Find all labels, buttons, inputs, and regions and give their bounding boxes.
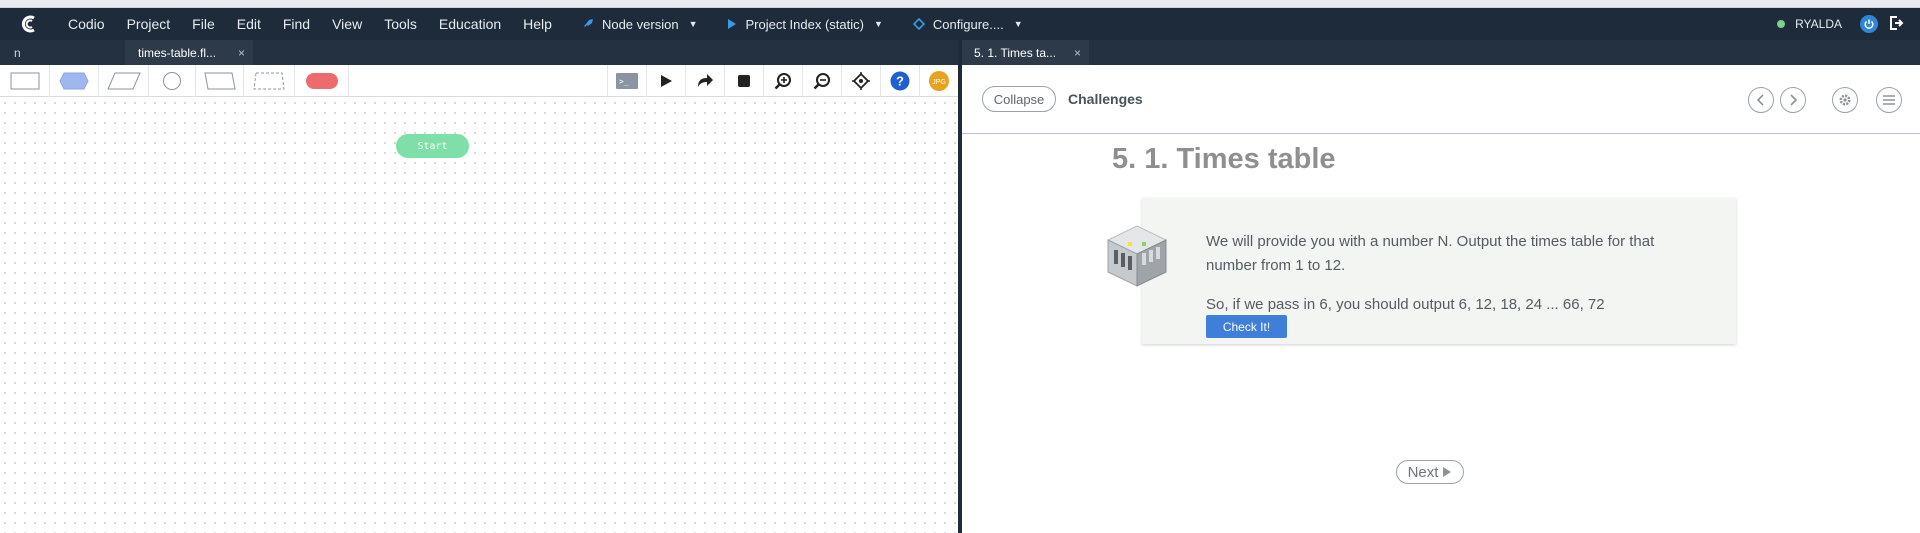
editor-tabs: n times-table.fl... ×	[0, 40, 958, 65]
flowchart-pane: n times-table.fl... × >_ ? JPG Start	[0, 40, 958, 533]
chevron-down-icon: ▼	[1013, 19, 1023, 29]
menu-education[interactable]: Education	[439, 16, 501, 32]
menu-codio[interactable]: Codio	[68, 16, 105, 32]
data-shape[interactable]	[99, 64, 149, 97]
collapse-button[interactable]: Collapse	[982, 86, 1056, 112]
project-index-label: Project Index (static)	[745, 16, 864, 32]
configure-label: Configure....	[932, 16, 1004, 32]
challenge-card: We will provide you with a number N. Out…	[1106, 198, 1736, 344]
codio-logo-icon[interactable]	[14, 8, 46, 40]
menu-icon[interactable]	[1876, 87, 1902, 113]
zoom-out-icon[interactable]	[802, 65, 841, 97]
tab-times-table[interactable]: times-table.fl... ×	[125, 40, 253, 65]
avatar-text: JPG	[932, 79, 946, 86]
challenge-cube-icon	[1102, 222, 1172, 292]
online-status-icon	[1777, 20, 1786, 28]
tab-times-table-guide[interactable]: 5. 1. Times ta... ×	[962, 40, 1089, 65]
next-icon[interactable]	[1780, 87, 1806, 113]
chevron-down-icon: ▼	[688, 19, 698, 29]
svg-text:>_: >_	[619, 77, 629, 86]
shape-toolbar: >_ ? JPG	[0, 64, 958, 97]
menu-bar: Codio Project File Edit Find View Tools …	[0, 8, 1920, 40]
close-icon[interactable]: ×	[1074, 46, 1081, 60]
browser-strip	[0, 0, 1920, 8]
prev-icon[interactable]	[1748, 87, 1774, 113]
avatar-icon[interactable]: JPG	[919, 65, 958, 97]
help-icon[interactable]: ?	[880, 65, 919, 97]
locate-icon[interactable]	[841, 65, 880, 97]
start-node[interactable]: Start	[396, 134, 469, 158]
chevron-down-icon: ▼	[873, 19, 883, 29]
run-icon[interactable]	[646, 65, 685, 97]
challenge-line-2: So, if we pass in 6, you should output 6…	[1206, 296, 1605, 313]
project-index-menu[interactable]: Project Index (static) ▼	[727, 16, 883, 32]
zoom-in-icon[interactable]	[763, 65, 802, 97]
close-icon[interactable]: ×	[238, 46, 245, 60]
next-button[interactable]: Next	[1396, 460, 1464, 484]
rocket-icon	[582, 18, 594, 30]
guide-title: Challenges	[1068, 91, 1143, 107]
menu-project[interactable]: Project	[127, 16, 171, 32]
menu-file[interactable]: File	[192, 16, 215, 32]
power-icon[interactable]	[1860, 15, 1878, 33]
gear-icon[interactable]	[1832, 87, 1858, 113]
configure-menu[interactable]: Configure.... ▼	[912, 16, 1023, 32]
guide-tabs: 5. 1. Times ta... ×	[962, 40, 1920, 65]
tab-n[interactable]: n	[0, 40, 125, 65]
play-icon	[727, 18, 737, 30]
process-shape[interactable]	[0, 64, 50, 97]
manual-input-shape[interactable]	[196, 64, 244, 97]
user-name[interactable]: RYALDA	[1795, 17, 1842, 31]
terminator-shape[interactable]	[295, 64, 349, 97]
play-icon	[1443, 467, 1452, 477]
check-it-button[interactable]: Check It!	[1206, 315, 1287, 338]
node-version-label: Node version	[601, 16, 679, 32]
next-label: Next	[1407, 463, 1439, 481]
dashed-shape[interactable]	[244, 64, 295, 97]
diamond-icon	[912, 18, 925, 30]
terminal-icon[interactable]: >_	[607, 65, 646, 97]
menu-view[interactable]: View	[332, 16, 362, 32]
svg-text:?: ?	[896, 74, 904, 89]
connector-shape[interactable]	[149, 64, 196, 97]
menu-find[interactable]: Find	[283, 16, 310, 32]
flowchart-canvas[interactable]: Start	[0, 98, 958, 533]
user-area: RYALDA	[1777, 8, 1904, 40]
tab-label: 5. 1. Times ta...	[974, 45, 1057, 60]
flowchart-actions: >_ ? JPG	[607, 65, 958, 97]
menu-help[interactable]: Help	[523, 16, 552, 32]
challenge-description: We will provide you with a number N. Out…	[1206, 230, 1706, 317]
tab-label: times-table.fl...	[138, 45, 217, 60]
guide-controls	[1748, 87, 1902, 113]
guide-pane: 5. 1. Times ta... × Collapse Challenges …	[962, 40, 1920, 533]
menu-edit[interactable]: Edit	[237, 16, 261, 32]
challenge-line-1: We will provide you with a number N. Out…	[1206, 233, 1655, 274]
step-icon[interactable]	[685, 65, 724, 97]
menu-tools[interactable]: Tools	[384, 16, 417, 32]
logout-icon[interactable]	[1888, 15, 1904, 34]
stop-icon[interactable]	[724, 65, 763, 97]
preparation-shape[interactable]	[50, 64, 99, 97]
page-title: 5. 1. Times table	[1112, 143, 1336, 175]
guide-header: Collapse Challenges	[962, 65, 1920, 134]
node-version-menu[interactable]: Node version ▼	[582, 16, 698, 32]
